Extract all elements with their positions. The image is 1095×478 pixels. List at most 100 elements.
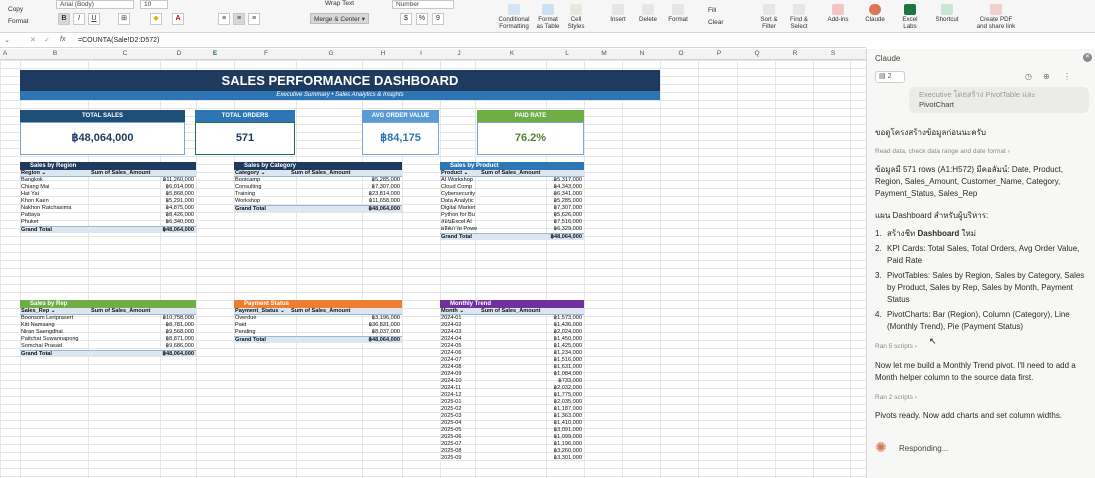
grand-total-row[interactable]: Grand Total ฿48,064,000 [20,350,196,357]
table-row[interactable]: 2025-01 ฿2,035,000 [440,399,584,406]
pivot-row-field-filter[interactable]: Product ⌄ [440,170,478,176]
table-row[interactable]: 2025-03 ฿1,363,000 [440,413,584,420]
table-row[interactable]: Consulting ฿7,307,000 [234,184,402,191]
column-header-l[interactable]: L [562,50,572,57]
kpi-paid-rate-value[interactable]: 76.2% [477,122,584,155]
table-row[interactable]: 2024-10 ฿733,000 [440,378,584,385]
table-row[interactable]: 2024-08 ฿1,631,000 [440,364,584,371]
table-row[interactable]: Niran Saengdhal ฿9,568,000 [20,329,196,336]
column-header-j[interactable]: J [454,50,464,57]
pivot-monthly-trend[interactable]: Monthly Trend Month ⌄ Sum of Sales_Amount 2… [440,300,584,462]
table-row[interactable]: Cloud Comp ฿4,343,000 [440,184,584,191]
column-header-c[interactable]: C [120,50,130,57]
sort-filter-button[interactable]: Sort & Filter [754,4,784,30]
table-row[interactable]: Chiang Mai ฿6,014,000 [20,184,196,191]
conditional-formatting-button[interactable]: Conditional Formatting [494,4,534,30]
grand-total-row[interactable]: Grand Total ฿48,064,000 [20,226,196,233]
function-icon[interactable]: fx [60,36,65,43]
table-row[interactable]: 2025-06 ฿1,099,000 [440,434,584,441]
format-cells-button[interactable]: Format [663,4,693,23]
insert-cells-button[interactable]: Insert [603,4,633,23]
kpi-total-orders-value[interactable]: 571 [195,122,295,155]
column-header-n[interactable]: N [637,50,647,57]
column-header-k[interactable]: K [507,50,517,57]
table-row[interactable]: 2024-02 ฿1,436,000 [440,322,584,329]
table-row[interactable]: Bangkok ฿11,260,000 [20,177,196,184]
table-row[interactable]: 2024-05 ฿1,425,000 [440,343,584,350]
new-chat-icon[interactable]: ⊕ [1043,72,1050,81]
table-row[interactable]: Cybersecurity ฿6,341,000 [440,191,584,198]
pivot-payment-status[interactable]: Payment Status Payment_Status ⌄ Sum of Sal… [234,300,402,343]
find-select-button[interactable]: Find & Select [784,4,814,30]
table-row[interactable]: Python for Bu ฿5,626,000 [440,212,584,219]
merge-center-button[interactable]: Merge & Center ▾ [310,13,369,24]
table-row[interactable]: Nakhon Ratchasima ฿4,875,000 [20,205,196,212]
align-left-icon[interactable]: ≡ [218,13,230,25]
column-header-h[interactable]: H [378,50,388,57]
pivot-row-field-filter[interactable]: Month ⌄ [440,308,478,314]
table-row[interactable]: Phuket ฿6,340,000 [20,219,196,226]
kpi-total-sales-value[interactable]: ฿48,064,000 [20,122,185,155]
conversations-button[interactable]: ▤ 2 [875,71,905,83]
pivot-row-field-filter[interactable]: Region ⌄ [20,170,88,176]
column-header-i[interactable]: I [416,50,426,57]
kpi-avg-order-value[interactable]: ฿84,175 [362,122,439,155]
table-row[interactable]: 2025-07 ฿1,196,000 [440,441,584,448]
more-options-icon[interactable]: ⋮ [1063,72,1071,81]
font-size-select[interactable]: 10 [140,0,168,9]
grand-total-row[interactable]: Grand Total ฿48,064,000 [234,205,402,212]
italic-button[interactable]: I [73,13,85,25]
table-row[interactable]: 2024-09 ฿1,084,000 [440,371,584,378]
table-row[interactable]: AI Workshop ฿5,317,000 [440,177,584,184]
column-header-s[interactable]: S [828,50,838,57]
align-center-icon[interactable]: ≡ [233,13,245,25]
clear-button[interactable]: Clear [708,19,724,26]
currency-icon[interactable]: $ [400,13,412,25]
table-row[interactable]: 2025-08 ฿3,260,000 [440,448,584,455]
table-row[interactable]: 2024-07 ฿1,516,000 [440,357,584,364]
column-header-r[interactable]: R [790,50,800,57]
underline-button[interactable]: U [88,13,100,25]
fill-button[interactable]: Fill [708,7,716,14]
column-header-q[interactable]: Q [752,50,762,57]
cancel-icon[interactable]: ✕ [30,36,36,44]
column-header-b[interactable]: B [50,50,60,57]
fill-color-icon[interactable]: ◆ [150,13,162,25]
column-header-g[interactable]: G [326,50,336,57]
column-header-e[interactable]: E [210,50,220,57]
pivot-row-field-filter[interactable]: Category ⌄ [234,170,288,176]
table-row[interactable]: Paitchat Suwannapong ฿8,871,000 [20,336,196,343]
table-row[interactable]: 2025-04 ฿1,410,000 [440,420,584,427]
pivot-sales-by-category[interactable]: Sales by Category Category ⌄ Sum of Sales_… [234,162,402,212]
cell-styles-button[interactable]: Cell Styles [563,4,589,30]
close-icon[interactable]: ✕ [1083,53,1092,62]
table-row[interactable]: Hat Yai ฿5,868,000 [20,191,196,198]
pivot-sales-by-product[interactable]: Sales by Product Product ⌄ Sum of Sales_Am… [440,162,584,240]
bold-button[interactable]: B [58,13,70,25]
table-row[interactable]: 2024-01 ฿1,573,000 [440,315,584,322]
table-row[interactable]: Overdue ฿3,196,000 [234,315,402,322]
pivot-row-field-filter[interactable]: Sales_Rep ⌄ [20,308,88,314]
excel-labs-button[interactable]: Excel Labs [896,4,924,30]
font-name-select[interactable]: Arial (Body) [56,0,134,9]
tool-step-ran-5-scripts[interactable]: Ran 5 scripts › [875,341,1090,353]
delete-cells-button[interactable]: Delete [633,4,663,23]
enter-icon[interactable]: ✓ [44,36,50,44]
shortcut-button[interactable]: Shortcut [930,4,964,23]
formula-input[interactable]: =COUNTA(Sale!D2:D572) [78,37,159,44]
table-row[interactable]: Pattaya ฿8,426,000 [20,212,196,219]
table-row[interactable]: สอนExcel AI ฿7,516,000 [440,219,584,226]
pivot-sales-by-region[interactable]: Sales by Region Region ⌄ Sum of Sales_Amou… [20,162,196,233]
tool-step-read-data[interactable]: Read data, check data range and date for… [875,146,1090,158]
table-row[interactable]: 2025-02 ฿1,187,000 [440,406,584,413]
table-row[interactable]: 2025-05 ฿3,091,000 [440,427,584,434]
table-row[interactable]: 2024-03 ฿2,024,000 [440,329,584,336]
table-row[interactable]: Boonsom Lertprasert ฿10,758,000 [20,315,196,322]
table-row[interactable]: Data Analytic ฿5,285,000 [440,198,584,205]
copy-button[interactable]: Copy [8,6,23,13]
table-row[interactable]: Bootcamp ฿5,285,000 [234,177,402,184]
wrap-text-button[interactable]: Wrap Text [325,0,354,7]
column-header-a[interactable]: A [0,50,10,57]
table-row[interactable]: Somchai Prasad ฿9,686,000 [20,343,196,350]
table-row[interactable]: Workshop ฿11,658,000 [234,198,402,205]
